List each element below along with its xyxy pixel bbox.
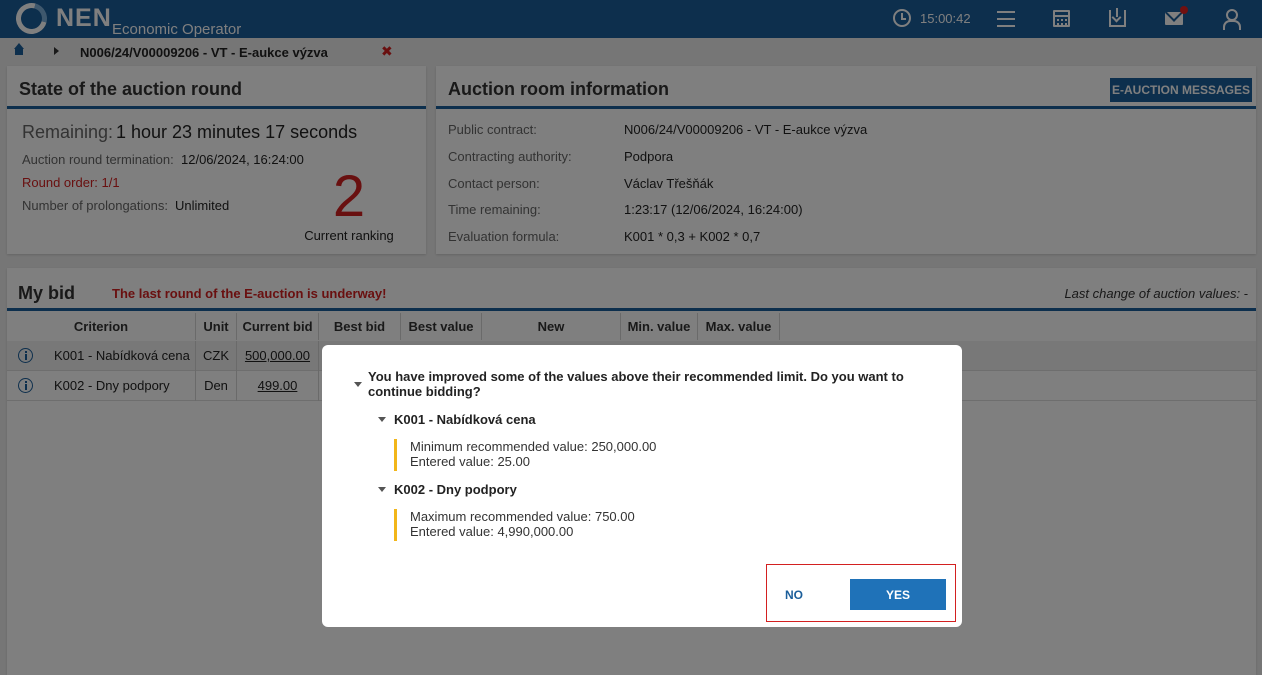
caret-down-icon[interactable] (378, 487, 386, 492)
entered-value: Entered value: 4,990,000.00 (410, 524, 574, 539)
criterion-k001-title: K001 - Nabídková cena (394, 412, 536, 427)
entered-value: Entered value: 25.00 (410, 454, 530, 469)
dialog-question: You have improved some of the values abo… (368, 369, 904, 399)
no-button[interactable]: NO (773, 580, 815, 610)
yes-button[interactable]: YES (850, 579, 946, 610)
recommended-value: Minimum recommended value: 250,000.00 (410, 439, 657, 454)
criterion-k002-title: K002 - Dny podpory (394, 482, 517, 497)
confirm-bid-dialog: You have improved some of the values abo… (322, 345, 962, 627)
criterion-k001-details: Minimum recommended value: 250,000.00 En… (394, 439, 694, 471)
caret-down-icon[interactable] (354, 382, 362, 387)
criterion-k002-details: Maximum recommended value: 750.00 Entere… (394, 509, 694, 541)
caret-down-icon[interactable] (378, 417, 386, 422)
recommended-value: Maximum recommended value: 750.00 (410, 509, 635, 524)
